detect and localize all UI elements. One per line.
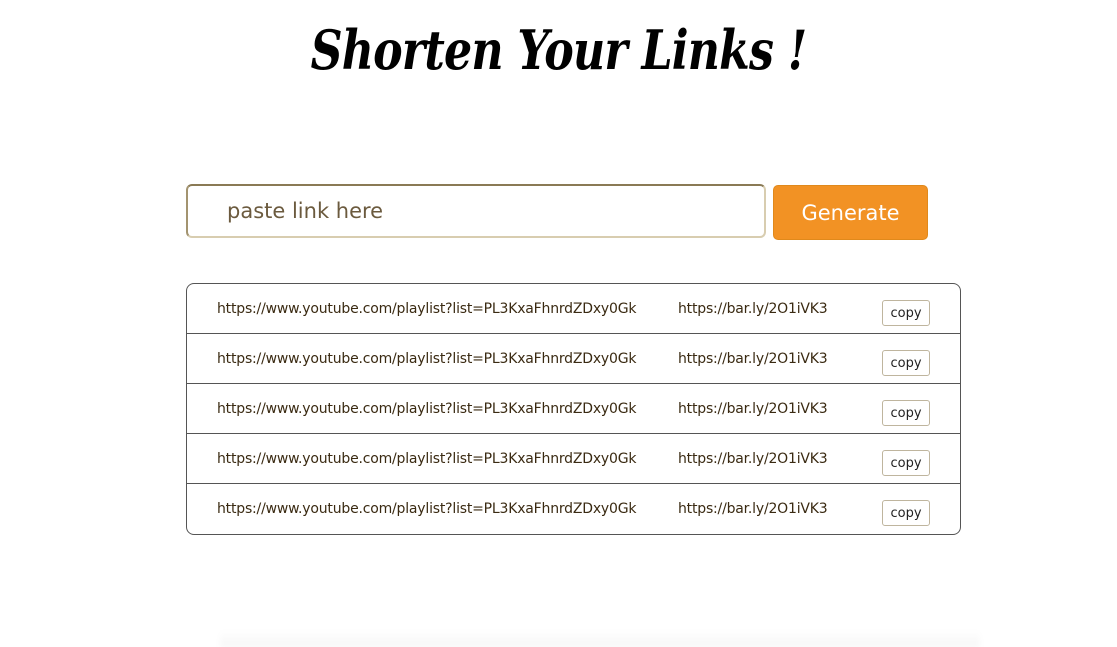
original-url: https://www.youtube.com/playlist?list=PL… <box>217 301 637 317</box>
footer-shadow <box>220 630 980 647</box>
list-item: https://www.youtube.com/playlist?list=PL… <box>187 484 960 534</box>
original-url: https://www.youtube.com/playlist?list=PL… <box>217 451 637 467</box>
list-item: https://www.youtube.com/playlist?list=PL… <box>187 384 960 434</box>
original-url: https://www.youtube.com/playlist?list=PL… <box>217 401 637 417</box>
generate-button[interactable]: Generate <box>773 185 928 240</box>
page-title: Shorten Your Links ! <box>310 18 808 82</box>
short-url: https://bar.ly/2O1iVK3 <box>678 501 828 517</box>
copy-button[interactable]: copy <box>882 450 930 476</box>
page: Shorten Your Links ! Generate https://ww… <box>0 0 1117 647</box>
links-list: https://www.youtube.com/playlist?list=PL… <box>186 283 961 535</box>
original-url: https://www.youtube.com/playlist?list=PL… <box>217 501 637 517</box>
copy-button[interactable]: copy <box>882 300 930 326</box>
short-url: https://bar.ly/2O1iVK3 <box>678 451 828 467</box>
list-item: https://www.youtube.com/playlist?list=PL… <box>187 434 960 484</box>
list-item: https://www.youtube.com/playlist?list=PL… <box>187 284 960 334</box>
short-url: https://bar.ly/2O1iVK3 <box>678 301 828 317</box>
link-input[interactable] <box>188 186 764 236</box>
link-input-wrapper <box>186 184 766 238</box>
copy-button[interactable]: copy <box>882 350 930 376</box>
copy-button[interactable]: copy <box>882 400 930 426</box>
short-url: https://bar.ly/2O1iVK3 <box>678 351 828 367</box>
short-url: https://bar.ly/2O1iVK3 <box>678 401 828 417</box>
original-url: https://www.youtube.com/playlist?list=PL… <box>217 351 637 367</box>
list-item: https://www.youtube.com/playlist?list=PL… <box>187 334 960 384</box>
copy-button[interactable]: copy <box>882 500 930 526</box>
